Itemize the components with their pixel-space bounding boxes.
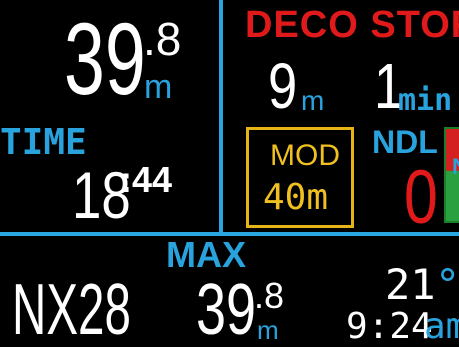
dive-computer-screen: 39 .8 m TIME 18 :44 DECO STOP 9 m 1 min …	[0, 0, 459, 347]
mod-label: MOD	[270, 139, 340, 172]
time-seconds: :44	[120, 159, 173, 200]
temperature-value: 21	[385, 260, 436, 309]
deco-depth-unit: m	[301, 85, 325, 116]
vertical-divider	[219, 0, 223, 232]
deco-depth-value: 9	[268, 50, 298, 122]
ndl-value: 0	[404, 155, 438, 240]
max-label: MAX	[166, 234, 246, 275]
max-decimal: .8	[254, 275, 285, 316]
clock-suffix: am	[424, 306, 459, 347]
ndl-bar-letter: N	[452, 156, 459, 178]
gas-mix: NX28	[12, 270, 131, 347]
time-label: TIME	[0, 122, 87, 163]
max-unit: m	[257, 315, 279, 345]
depth-decimal: .8	[143, 13, 182, 65]
mod-value: 40m	[263, 177, 329, 218]
ndl-label: NDL	[372, 124, 438, 160]
depth-unit: m	[144, 68, 173, 106]
temperature-unit: °C	[435, 260, 459, 309]
max-whole: 39	[196, 270, 257, 347]
deco-time-unit: min	[398, 83, 453, 118]
deco-stop-label: DECO STOP	[245, 4, 459, 46]
clock-time: 9:24	[346, 306, 433, 347]
depth-whole: 39	[64, 2, 146, 116]
